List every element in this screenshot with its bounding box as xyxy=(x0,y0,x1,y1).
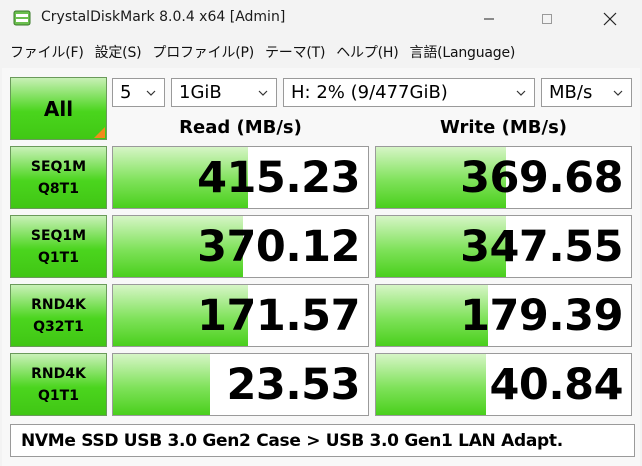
chevron-down-icon xyxy=(146,90,156,96)
test-button-seq1m-q8t1[interactable]: SEQ1M Q8T1 xyxy=(10,146,107,209)
minimize-icon xyxy=(484,18,494,19)
read-result-value: 171.57 xyxy=(197,291,360,341)
write-result: 347.55 xyxy=(375,215,632,278)
read-result: 370.12 xyxy=(112,215,369,278)
test-button-seq1m-q1t1[interactable]: SEQ1M Q1T1 xyxy=(10,215,107,278)
menu-file[interactable]: ファイル(F) xyxy=(8,42,93,62)
test-button-rnd4k-q1t1[interactable]: RND4K Q1T1 xyxy=(10,353,107,416)
menu-profile[interactable]: プロファイル(P) xyxy=(150,42,263,62)
unit-value: MB/s xyxy=(549,82,593,103)
write-result-value: 40.84 xyxy=(489,360,623,410)
chevron-down-icon xyxy=(516,90,526,96)
read-result: 171.57 xyxy=(112,284,369,347)
read-result: 415.23 xyxy=(112,146,369,209)
menu-settings[interactable]: 設定(S) xyxy=(93,42,151,62)
read-header: Read (MB/s) xyxy=(179,117,302,138)
count-value: 5 xyxy=(120,82,132,103)
read-result: 23.53 xyxy=(112,353,369,416)
test-label-line1: RND4K xyxy=(31,365,86,382)
comment-field[interactable]: NVMe SSD USB 3.0 Gen2 Case > USB 3.0 Gen… xyxy=(10,424,635,457)
menu-language[interactable]: 言語(Language) xyxy=(408,42,525,62)
read-result-value: 23.53 xyxy=(226,360,360,410)
count-select[interactable]: 5 xyxy=(112,78,165,107)
drive-select[interactable]: H: 2% (9/477GiB) xyxy=(283,78,535,107)
write-result: 369.68 xyxy=(375,146,632,209)
drive-value: H: 2% (9/477GiB) xyxy=(291,82,448,103)
chevron-down-icon xyxy=(613,90,623,96)
read-result-value: 415.23 xyxy=(197,153,360,203)
write-result-value: 179.39 xyxy=(460,291,623,341)
size-value: 1GiB xyxy=(179,82,222,103)
test-label-line1: SEQ1M xyxy=(30,158,87,175)
menu-bar: ファイル(F) 設定(S) プロファイル(P) テーマ(T) ヘルプ(H) 言語… xyxy=(0,37,642,67)
chevron-down-icon xyxy=(258,90,268,96)
window-title: CrystalDiskMark 8.0.4 x64 [Admin] xyxy=(41,9,286,25)
menu-help[interactable]: ヘルプ(H) xyxy=(334,42,407,62)
write-result: 40.84 xyxy=(375,353,632,416)
all-button-label: All xyxy=(43,96,74,121)
write-result-value: 347.55 xyxy=(460,222,623,272)
test-label-line1: RND4K xyxy=(31,296,86,313)
title-bar: CrystalDiskMark 8.0.4 x64 [Admin] xyxy=(0,0,642,37)
test-label-line2: Q8T1 xyxy=(38,180,79,197)
read-result-bar xyxy=(113,354,210,415)
maximize-icon xyxy=(542,13,552,24)
test-label-line2: Q32T1 xyxy=(33,318,84,335)
close-icon xyxy=(603,12,617,25)
all-button[interactable]: All xyxy=(10,77,107,140)
close-button[interactable] xyxy=(587,0,633,37)
test-button-rnd4k-q32t1[interactable]: RND4K Q32T1 xyxy=(10,284,107,347)
maximize-button[interactable] xyxy=(524,0,570,37)
test-label-line1: SEQ1M xyxy=(30,227,87,244)
test-label-line2: Q1T1 xyxy=(38,387,79,404)
unit-select[interactable]: MB/s xyxy=(541,78,632,107)
size-select[interactable]: 1GiB xyxy=(171,78,277,107)
write-header: Write (MB/s) xyxy=(439,117,568,138)
write-result-bar xyxy=(376,354,486,415)
write-result-value: 369.68 xyxy=(460,153,623,203)
disk-icon xyxy=(13,10,31,26)
corner-marker-icon xyxy=(94,127,105,138)
menu-theme[interactable]: テーマ(T) xyxy=(263,42,334,62)
minimize-button[interactable] xyxy=(466,0,512,37)
write-result: 179.39 xyxy=(375,284,632,347)
read-result-value: 370.12 xyxy=(197,222,360,272)
test-label-line2: Q1T1 xyxy=(38,249,79,266)
